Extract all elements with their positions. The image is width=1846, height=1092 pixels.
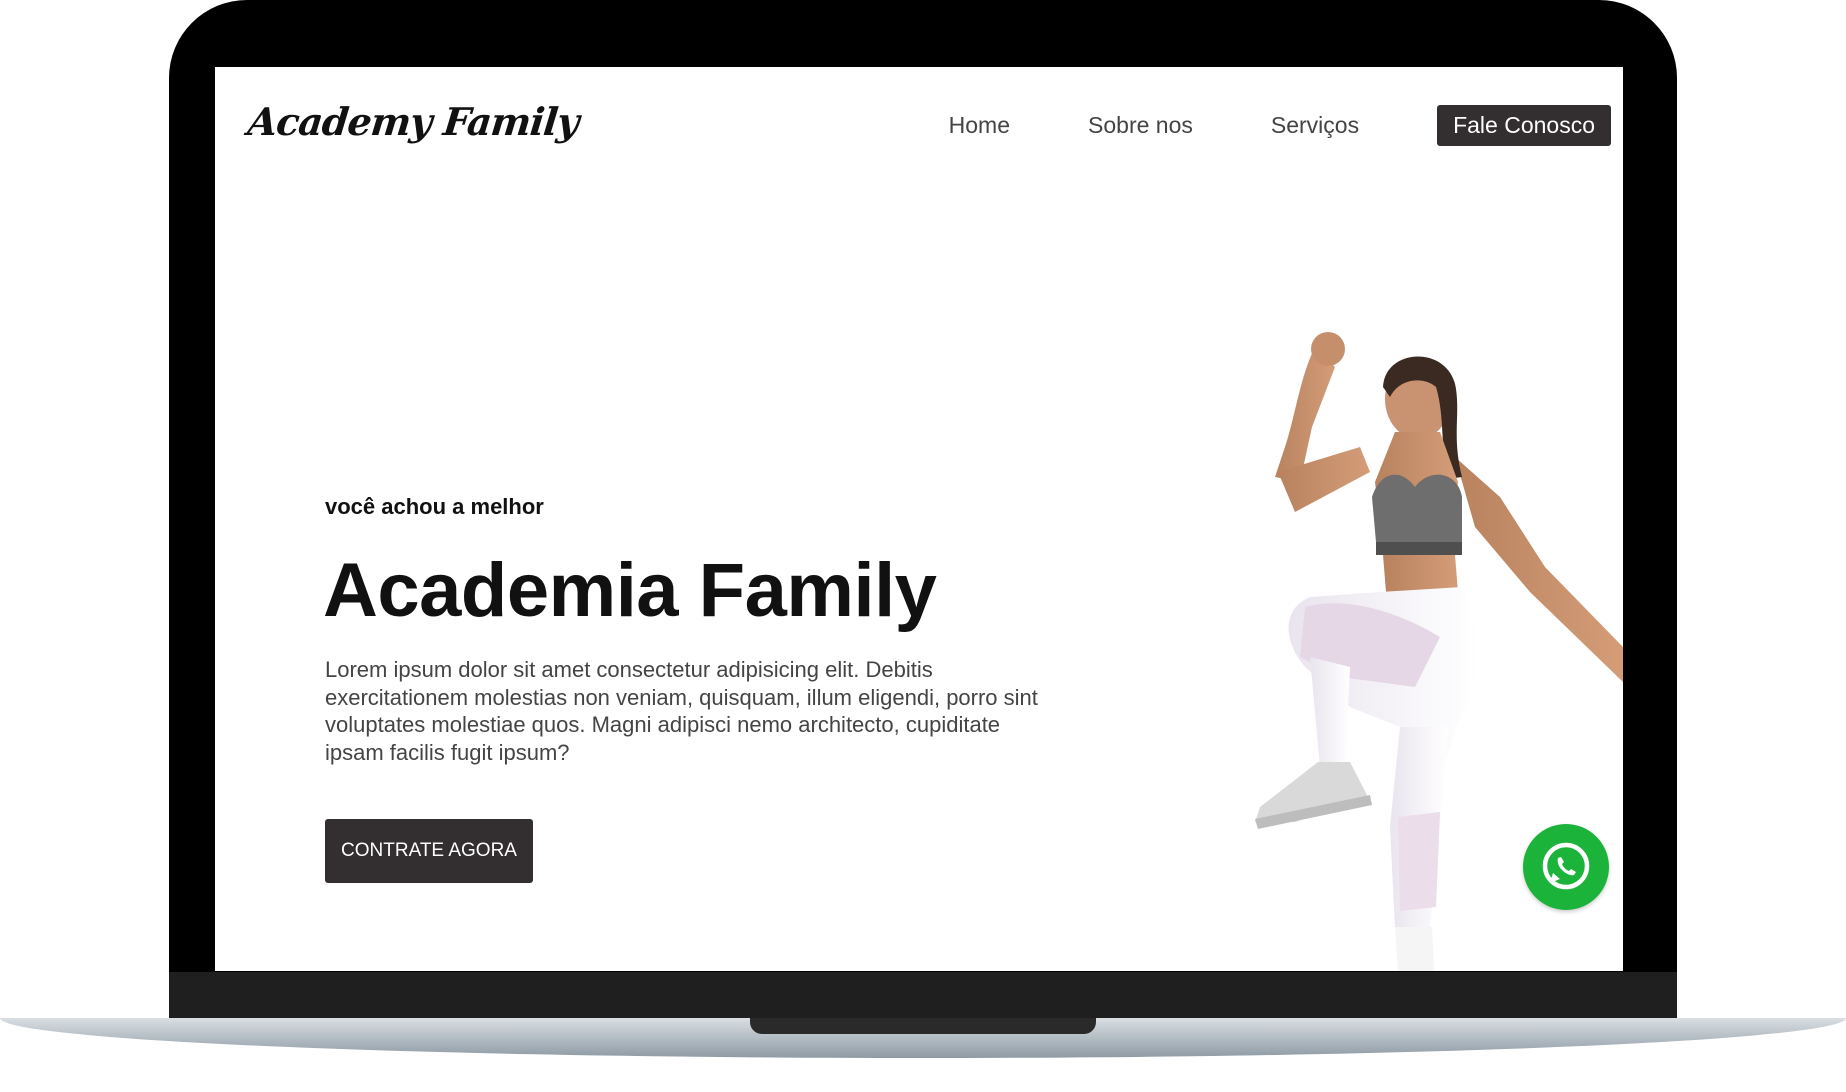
hero-title: Academia Family — [323, 548, 937, 633]
laptop-bezel-bottom — [169, 972, 1677, 1022]
website-screen: Academy Family Home Sobre nos Serviços F… — [215, 67, 1623, 971]
nav-link-home[interactable]: Home — [949, 112, 1010, 139]
whatsapp-button[interactable] — [1523, 824, 1609, 910]
whatsapp-icon — [1542, 842, 1590, 890]
contact-button[interactable]: Fale Conosco — [1437, 105, 1611, 146]
hero-eyebrow: você achou a melhor — [325, 494, 544, 519]
nav-link-sobre-nos[interactable]: Sobre nos — [1088, 112, 1193, 139]
hero-description: Lorem ipsum dolor sit amet consectetur a… — [325, 657, 1038, 765]
nav-link-servicos[interactable]: Serviços — [1271, 112, 1359, 139]
hire-now-button[interactable]: CONTRATE AGORA — [325, 819, 533, 883]
laptop-notch — [750, 1018, 1096, 1034]
site-logo[interactable]: Academy Family — [246, 99, 581, 144]
main-nav: Home Sobre nos Serviços Fale Conosco — [949, 105, 1611, 146]
